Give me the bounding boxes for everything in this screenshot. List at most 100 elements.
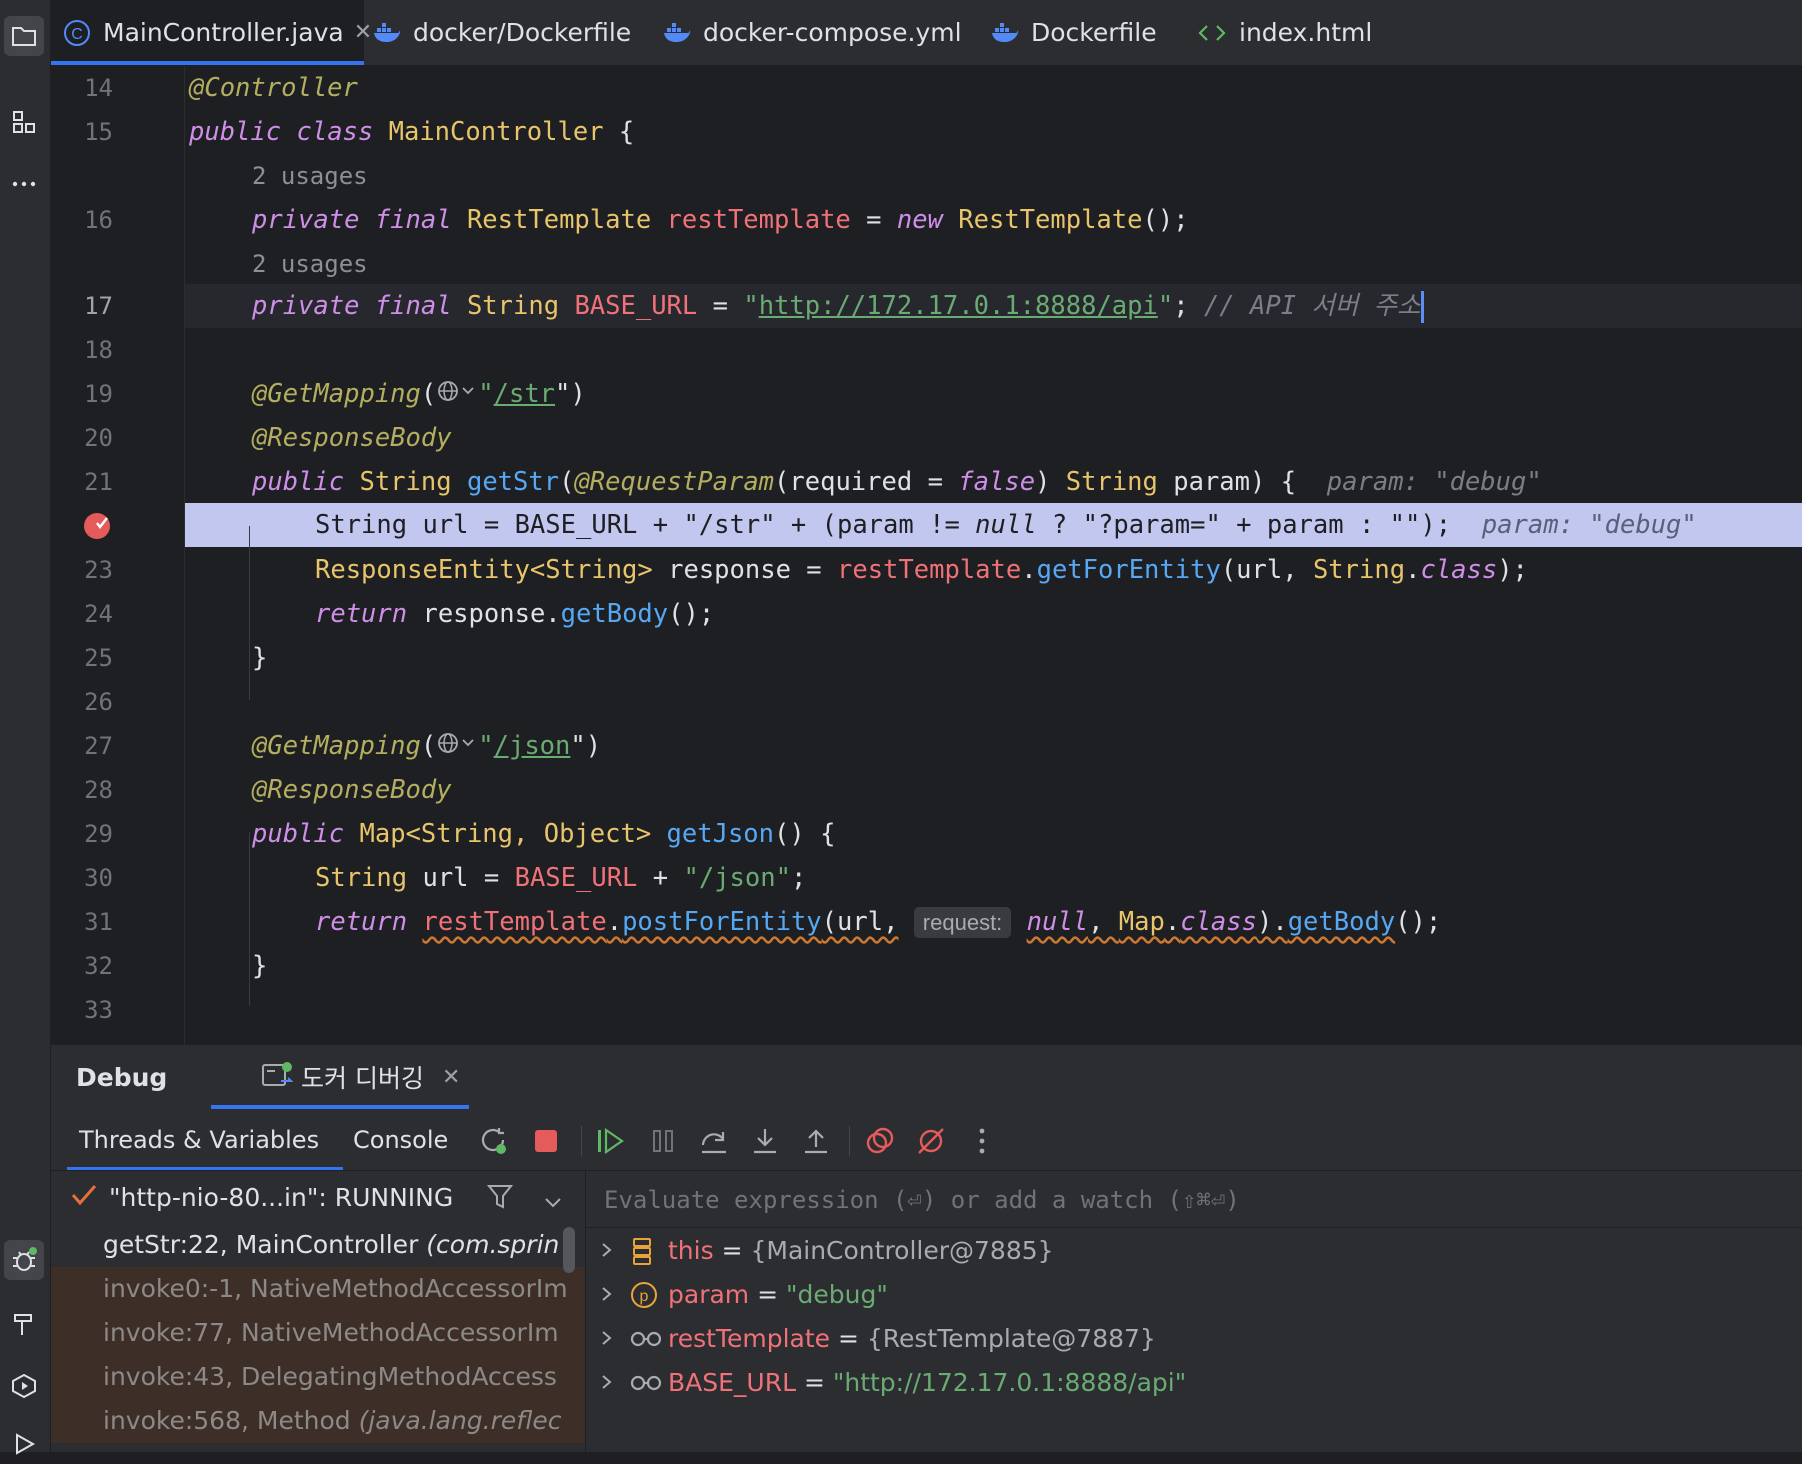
endpoint-link[interactable]: /json	[494, 731, 571, 761]
stack-frame[interactable]: invoke:568, Method (java.lang.reflec	[51, 1399, 585, 1443]
variable-row[interactable]: BASE_URL = "http://172.17.0.1:8888/api"	[600, 1361, 1186, 1405]
line-number: 30	[84, 864, 113, 892]
variables-panel: Evaluate expression (⏎) or add a watch (…	[586, 1171, 1802, 1452]
frames-panel: "http-nio-80...in": RUNNING getStr:22, M…	[51, 1171, 586, 1452]
more-options-icon[interactable]	[965, 1124, 999, 1158]
field-watch-icon	[630, 1374, 668, 1392]
debug-tool-header: Debug 도커 디버깅 ✕	[51, 1045, 1802, 1109]
chevron-right-icon[interactable]	[600, 1273, 630, 1317]
code-line-31: return restTemplate.postForEntity(url, r…	[315, 907, 1442, 938]
code-line-16: private final RestTemplate restTemplate …	[252, 205, 1189, 235]
line-number: 25	[84, 644, 113, 672]
line-number: 32	[84, 952, 113, 980]
run-icon[interactable]	[4, 1424, 44, 1464]
stack-frame[interactable]: invoke:77, NativeMethodAccessorIm	[51, 1311, 585, 1355]
code-line-21: public String getStr(@RequestParam(requi…	[252, 467, 1542, 497]
variable-row[interactable]: p param = "debug"	[600, 1273, 888, 1317]
code-line-28: @ResponseBody	[252, 775, 452, 805]
toolbar-separator	[581, 1126, 582, 1156]
tab-console[interactable]: Console	[353, 1110, 448, 1170]
tab-index-html[interactable]: index.html	[1197, 0, 1372, 65]
services-icon[interactable]	[4, 1366, 44, 1406]
chevron-right-icon[interactable]	[600, 1361, 630, 1405]
globe-icon[interactable]	[436, 725, 478, 769]
endpoint-link[interactable]: /str	[494, 379, 555, 409]
code-line-15: public class MainController {	[189, 117, 635, 147]
more-tools-icon[interactable]	[4, 164, 44, 204]
indent-guide	[249, 832, 250, 1006]
url-link[interactable]: http://172.17.0.1:8888/api	[759, 291, 1158, 321]
filter-icon[interactable]	[486, 1183, 514, 1217]
stack-frame[interactable]: getStr:22, MainController (com.sprin	[51, 1223, 585, 1267]
step-over-icon[interactable]	[697, 1124, 731, 1158]
debug-session-icon	[261, 1059, 295, 1097]
code-line-30: String url = BASE_URL + "/json";	[315, 863, 807, 893]
variable-row[interactable]: restTemplate = {RestTemplate@7887}	[600, 1317, 1156, 1361]
view-breakpoints-icon[interactable]	[863, 1124, 897, 1158]
step-out-icon[interactable]	[799, 1124, 833, 1158]
inline-value-hint: param: "debug"	[1326, 467, 1542, 497]
parameter-icon: p	[630, 1281, 668, 1309]
close-tab-icon[interactable]: ✕	[442, 1065, 460, 1090]
globe-icon[interactable]	[436, 373, 478, 417]
code-line-32: }	[252, 951, 268, 981]
tab-dockerfile[interactable]: Dockerfile	[991, 0, 1157, 65]
debug-panel: Debug 도커 디버깅 ✕ Threads & Variables Conso…	[51, 1045, 1802, 1452]
line-number: 14	[84, 74, 113, 102]
stack-frame[interactable]: invoke:43, DelegatingMethodAccess	[51, 1355, 585, 1399]
text-caret	[1420, 291, 1424, 323]
variable-row[interactable]: this = {MainController@7885}	[600, 1229, 1054, 1273]
chevron-down-icon[interactable]	[543, 1187, 563, 1216]
frames-scrollbar[interactable]	[563, 1227, 575, 1273]
rerun-icon[interactable]	[477, 1124, 511, 1158]
mute-breakpoints-icon[interactable]	[914, 1124, 948, 1158]
line-number: 27	[84, 732, 113, 760]
line-number: 26	[84, 688, 113, 716]
tab-docker-debug-session[interactable]: 도커 디버깅 ✕	[211, 1045, 469, 1109]
line-number: 21	[84, 468, 113, 496]
structure-icon[interactable]	[4, 102, 44, 142]
debug-tool-icon[interactable]	[4, 1240, 44, 1280]
code-line-24: return response.getBody();	[315, 599, 715, 629]
chevron-right-icon[interactable]	[600, 1229, 630, 1273]
debug-panel-title: Debug	[76, 1062, 168, 1092]
code-line-23: ResponseEntity<String> response = restTe…	[315, 555, 1528, 585]
chevron-right-icon[interactable]	[600, 1317, 630, 1361]
stop-icon[interactable]	[529, 1124, 563, 1158]
usages-hint[interactable]: 2 usages	[252, 154, 368, 198]
svg-text:p: p	[640, 1288, 649, 1305]
close-tab-icon[interactable]: ✕	[354, 20, 372, 45]
html-icon	[1197, 23, 1227, 43]
project-folder-icon[interactable]	[4, 16, 44, 56]
tab-threads-variables[interactable]: Threads & Variables	[66, 1110, 344, 1170]
code-line-29: public Map<String, Object> getJson() {	[252, 819, 836, 849]
code-line-19: @GetMapping("/str")	[252, 372, 586, 416]
tab-docker-compose[interactable]: docker-compose.yml	[663, 0, 962, 65]
line-number: 33	[84, 996, 113, 1024]
build-hammer-icon[interactable]	[4, 1304, 44, 1344]
pause-icon[interactable]	[646, 1124, 680, 1158]
line-number: 19	[84, 380, 113, 408]
tab-docker-dockerfile[interactable]: docker/Dockerfile	[373, 0, 631, 65]
code-line-20: @ResponseBody	[252, 423, 452, 453]
java-class-icon: C	[63, 19, 91, 47]
resume-icon[interactable]	[595, 1124, 629, 1158]
stack-frame[interactable]: invoke0:-1, NativeMethodAccessorIm	[51, 1267, 585, 1311]
usages-hint[interactable]: 2 usages	[252, 242, 368, 286]
line-number: 28	[84, 776, 113, 804]
field-watch-icon	[630, 1330, 668, 1348]
inline-value-hint: param: "debug"	[1481, 510, 1697, 540]
breakpoint-icon[interactable]	[83, 512, 111, 540]
thread-selector[interactable]: "http-nio-80...in": RUNNING	[51, 1171, 585, 1223]
evaluate-expression-input[interactable]: Evaluate expression (⏎) or add a watch (…	[604, 1177, 1240, 1223]
code-editor[interactable]: 14 15 16 17 18 19 20 21 23 24 25 26 27 2…	[51, 66, 1802, 1045]
code-line-22: String url = BASE_URL + "/str" + (param …	[315, 510, 1697, 540]
docker-icon	[373, 22, 401, 44]
tab-main-controller[interactable]: C MainController.java ✕	[51, 0, 372, 65]
indent-guide	[249, 526, 250, 700]
code-line-27: @GetMapping("/json")	[252, 724, 601, 768]
step-into-icon[interactable]	[748, 1124, 782, 1158]
svg-text:C: C	[71, 26, 83, 43]
line-number-gutter: 14 15 16 17 18 19 20 21 23 24 25 26 27 2…	[51, 66, 185, 1045]
line-number: 17	[84, 292, 113, 320]
